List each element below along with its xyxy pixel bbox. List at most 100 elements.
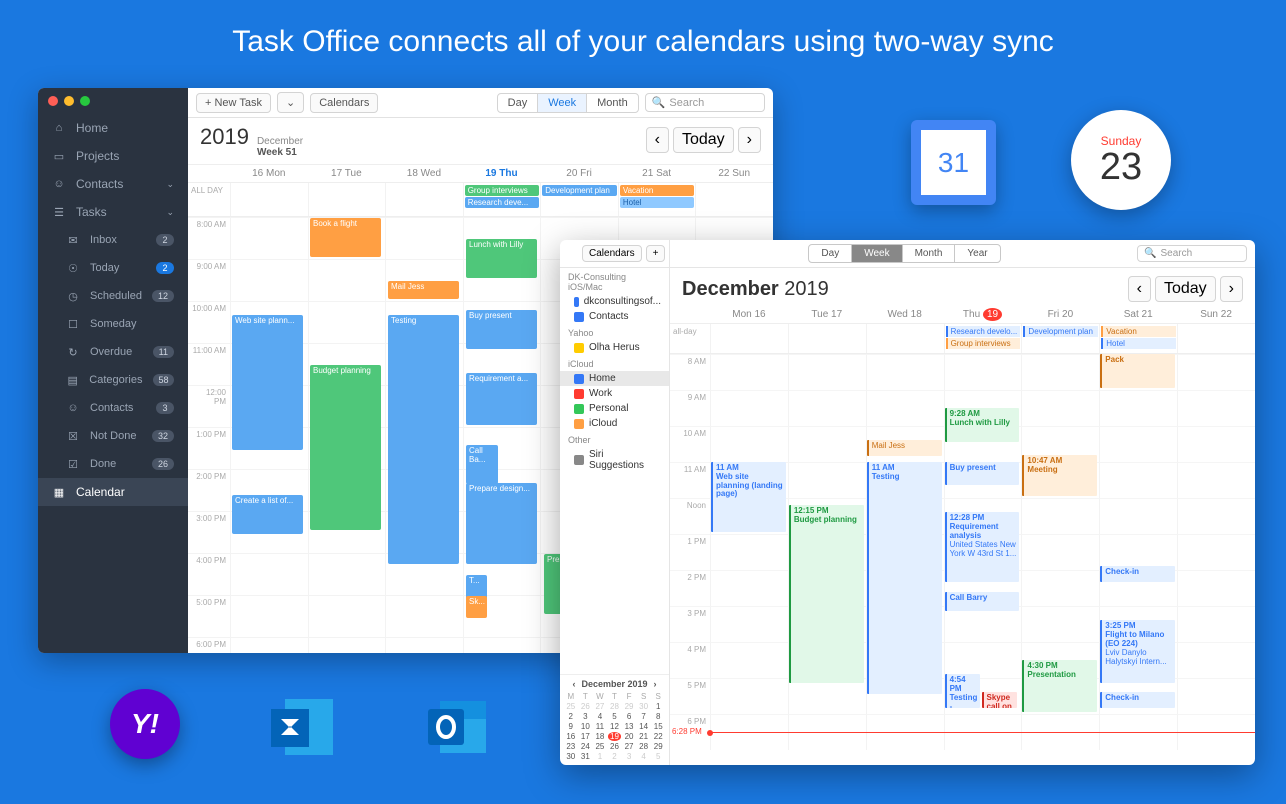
mini-prev-button[interactable]: ‹ [572, 679, 575, 689]
minimize-icon[interactable] [64, 96, 74, 106]
sidebar-item-categories[interactable]: ▤Categories58 [38, 366, 188, 394]
mini-day[interactable]: 19 [608, 732, 622, 741]
event[interactable]: Create a list of... [232, 495, 303, 534]
checkbox-icon[interactable] [574, 419, 584, 429]
mini-day[interactable]: 28 [608, 702, 622, 711]
event[interactable]: Check-in [1100, 692, 1175, 708]
allday-event[interactable]: Group interviews [946, 338, 1021, 349]
sidebar-item-overdue[interactable]: ↻Overdue11 [38, 338, 188, 366]
prev-button[interactable]: ‹ [1128, 276, 1151, 302]
mini-day[interactable]: 5 [608, 712, 622, 721]
event[interactable]: 11 AMWeb site planning (landing page) [711, 462, 786, 532]
event[interactable]: Web site plann... [232, 315, 303, 451]
next-button[interactable]: › [1220, 276, 1243, 302]
sidebar-item-done[interactable]: ☑Done26 [38, 450, 188, 478]
sidebar-item-task-contacts[interactable]: ☺Contacts3 [38, 394, 188, 422]
event[interactable]: 12:15 PMBudget planning [789, 505, 864, 683]
mini-day[interactable]: 11 [593, 722, 607, 731]
calendar-item[interactable]: Personal [560, 401, 669, 416]
event[interactable]: Requirement a... [466, 373, 537, 425]
mini-day[interactable]: 16 [564, 732, 578, 741]
mini-day[interactable]: 25 [593, 742, 607, 751]
event[interactable]: 10:47 AMMeeting [1022, 455, 1097, 496]
tab-year[interactable]: Year [955, 245, 999, 262]
mini-day[interactable]: 2 [608, 752, 622, 761]
event[interactable]: 11 AMTesting [867, 462, 942, 694]
mini-day[interactable]: 21 [637, 732, 651, 741]
event[interactable]: 3:25 PMFlight to Milano (EO 224)Lviv Dan… [1100, 620, 1175, 683]
tab-week[interactable]: Week [852, 245, 902, 262]
calendar-item[interactable]: Home [560, 371, 669, 386]
allday-event[interactable]: Research develo... [946, 326, 1021, 337]
mini-day[interactable]: 7 [637, 712, 651, 721]
event[interactable]: 12:28 PMRequirement analysisUnited State… [945, 512, 1020, 582]
mini-day[interactable]: 17 [579, 732, 593, 741]
event[interactable]: Mail Jess [388, 281, 459, 299]
event[interactable]: Buy present [945, 462, 1020, 485]
tab-month[interactable]: Month [903, 245, 956, 262]
tab-day[interactable]: Day [809, 245, 852, 262]
allday-event[interactable]: Hotel [1101, 338, 1176, 349]
mini-day[interactable]: 30 [564, 752, 578, 761]
sidebar-item-inbox[interactable]: ✉Inbox2 [38, 226, 188, 254]
allday-event[interactable]: Development plan [542, 185, 617, 196]
sidebar-item-contacts[interactable]: ☺Contacts⌄ [38, 170, 188, 198]
mini-day[interactable]: 22 [651, 732, 665, 741]
mini-day[interactable]: 31 [579, 752, 593, 761]
close-icon[interactable] [48, 96, 58, 106]
event[interactable]: Book a flight [310, 218, 381, 257]
event[interactable]: Check-in [1100, 566, 1175, 582]
allday-event[interactable]: Vacation [1101, 326, 1176, 337]
mini-day[interactable]: 13 [622, 722, 636, 731]
event[interactable]: Mail Jess [867, 440, 942, 456]
mini-day[interactable]: 14 [637, 722, 651, 731]
event[interactable]: Pack [1100, 354, 1175, 388]
mini-day[interactable]: 27 [593, 702, 607, 711]
mini-day[interactable]: 9 [564, 722, 578, 731]
event[interactable]: Skype call on pr... [982, 692, 1018, 708]
event[interactable]: 9:28 AMLunch with Lilly [945, 408, 1020, 442]
checkbox-icon[interactable] [574, 389, 584, 399]
next-button[interactable]: › [738, 127, 761, 153]
event[interactable]: 4:30 PMPresentation [1022, 660, 1097, 712]
checkbox-icon[interactable] [574, 297, 579, 307]
checkbox-icon[interactable] [574, 312, 584, 322]
mini-day[interactable]: 1 [593, 752, 607, 761]
mini-day[interactable]: 15 [651, 722, 665, 731]
tab-day[interactable]: Day [498, 94, 539, 112]
mini-day[interactable]: 4 [637, 752, 651, 761]
sidebar-item-home[interactable]: ⌂Home [38, 114, 188, 142]
event[interactable]: Sk... [466, 596, 487, 618]
today-button[interactable]: Today [1155, 276, 1216, 302]
mini-day[interactable]: 8 [651, 712, 665, 721]
event[interactable]: Prepare design... [466, 483, 537, 564]
event[interactable]: Testing [388, 315, 459, 564]
calendars-button[interactable]: Calendars [582, 245, 642, 262]
sidebar-item-notdone[interactable]: ☒Not Done32 [38, 422, 188, 450]
checkbox-icon[interactable] [574, 455, 584, 465]
checkbox-icon[interactable] [574, 404, 584, 414]
view-segmented[interactable]: Day Week Month [497, 93, 639, 113]
mini-day[interactable]: 24 [579, 742, 593, 751]
mini-day[interactable]: 2 [564, 712, 578, 721]
mini-day[interactable]: 23 [564, 742, 578, 751]
mini-day[interactable]: 4 [593, 712, 607, 721]
checkbox-icon[interactable] [574, 343, 584, 353]
allday-event[interactable]: Research deve... [465, 197, 540, 208]
today-button[interactable]: Today [673, 127, 734, 153]
window-controls[interactable] [38, 88, 188, 114]
mini-day[interactable]: 29 [651, 742, 665, 751]
mini-day[interactable]: 28 [637, 742, 651, 751]
calendar-item[interactable]: Contacts [560, 309, 669, 324]
mini-day[interactable]: 1 [651, 702, 665, 711]
event[interactable]: Call Ba... [466, 445, 498, 484]
search-input[interactable]: 🔍Search [645, 93, 765, 112]
event[interactable]: Lunch with Lilly [466, 239, 537, 278]
calendar-item[interactable]: dkconsultingsof... [560, 294, 669, 309]
mini-next-button[interactable]: › [654, 679, 657, 689]
mini-day[interactable]: 6 [622, 712, 636, 721]
new-task-button[interactable]: + New Task [196, 93, 271, 113]
mini-day[interactable]: 12 [608, 722, 622, 731]
view-segmented[interactable]: Day Week Month Year [808, 244, 1000, 263]
sidebar-item-calendar[interactable]: ▦Calendar [38, 478, 188, 506]
